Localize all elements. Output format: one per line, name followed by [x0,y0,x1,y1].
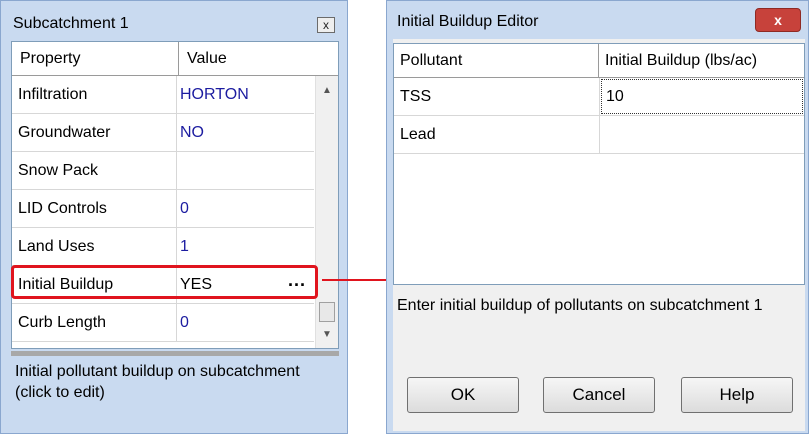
property-value[interactable]: NO [180,114,204,151]
buildup-row-tss[interactable]: TSS 10 [394,78,804,116]
property-value[interactable]: 1 [180,228,189,265]
property-value[interactable]: 0 [180,304,189,341]
property-row-groundwater[interactable]: Groundwater NO [12,114,314,152]
initial-buildup-dialog: Initial Buildup Editor x Pollutant Initi… [386,0,809,434]
splitter[interactable] [11,351,339,356]
pollutant-name: TSS [400,88,432,105]
column-header-initial-buildup[interactable]: Initial Buildup (lbs/ac) [599,44,804,77]
property-name: Curb Length [18,314,107,331]
column-header-property[interactable]: Property [12,42,179,75]
buildup-row-lead[interactable]: Lead [394,116,804,154]
property-description: Initial pollutant buildup on subcatchmen… [15,363,300,401]
scroll-up-icon[interactable]: ▲ [316,82,338,100]
property-value[interactable]: 0 [180,190,189,227]
highlight-box [11,265,318,299]
property-row-lid-controls[interactable]: LID Controls 0 [12,190,314,228]
scroll-down-icon[interactable]: ▼ [316,326,338,344]
buildup-value-cell[interactable]: 10 [599,78,804,115]
column-header-value[interactable]: Value [179,42,338,75]
property-name: Groundwater [18,124,111,141]
property-value[interactable]: HORTON [180,76,249,113]
help-button[interactable]: Help [681,377,793,413]
close-icon[interactable]: x [755,8,801,32]
grid-header: Property Value [12,42,338,76]
dialog-message: Enter initial buildup of pollutants on s… [397,297,763,314]
property-row-curb-length[interactable]: Curb Length 0 [12,304,314,342]
vertical-scrollbar[interactable]: ▲ ▼ [315,76,338,348]
property-name: Snow Pack [18,162,99,179]
dialog-body: Pollutant Initial Buildup (lbs/ac) TSS 1… [393,39,805,431]
property-name: LID Controls [18,200,107,217]
scroll-thumb[interactable] [319,302,335,322]
dialog-title: Initial Buildup Editor [397,13,539,30]
grid-header: Pollutant Initial Buildup (lbs/ac) [394,44,804,78]
column-header-pollutant[interactable]: Pollutant [394,44,599,77]
close-icon[interactable]: x [317,17,335,33]
property-name: Infiltration [18,86,88,103]
property-editor-panel: Subcatchment 1 x Property Value Infiltra… [0,0,348,434]
property-name: Land Uses [18,238,95,255]
panel-title: Subcatchment 1 [13,15,129,32]
buildup-value[interactable]: 10 [606,78,624,115]
buildup-value-cell[interactable] [599,116,804,153]
property-row-land-uses[interactable]: Land Uses 1 [12,228,314,266]
focus-rect [601,79,803,114]
property-row-snow-pack[interactable]: Snow Pack [12,152,314,190]
property-grid: Property Value Infiltration HORTON Groun… [11,41,339,349]
pollutant-name: Lead [400,126,436,143]
cancel-button[interactable]: Cancel [543,377,655,413]
property-row-infiltration[interactable]: Infiltration HORTON [12,76,314,114]
ok-button[interactable]: OK [407,377,519,413]
buildup-grid: Pollutant Initial Buildup (lbs/ac) TSS 1… [393,43,805,285]
